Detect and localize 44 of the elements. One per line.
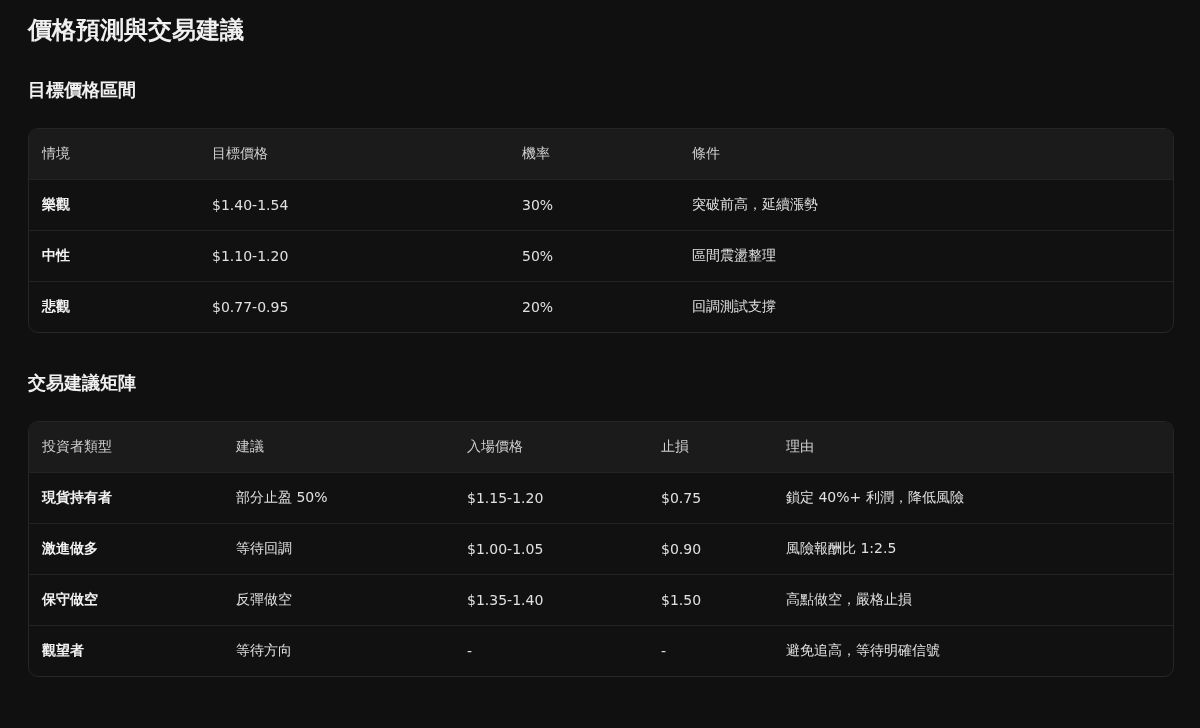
table-cell-text: 高點做空，嚴格止損 bbox=[786, 591, 913, 609]
section-heading: 交易建議矩陣 bbox=[28, 371, 137, 395]
column-header: 止損 bbox=[661, 438, 690, 456]
table-cell-text: 回調測試支撐 bbox=[692, 298, 777, 316]
table-cell-text: $0.90 bbox=[661, 541, 703, 557]
table-cell-text: $1.10-1.20 bbox=[212, 248, 290, 264]
table-cell-text: 突破前高，延續漲勢 bbox=[692, 196, 819, 214]
table-cell-text: 激進做多 bbox=[42, 540, 99, 558]
table-cell-text: 區間震盪整理 bbox=[692, 247, 777, 265]
table-cell-text: 鎖定 40%+ 利潤，降低風險 bbox=[786, 489, 965, 507]
column-header: 目標價格 bbox=[212, 145, 269, 163]
column-header: 建議 bbox=[236, 438, 265, 456]
table-cell-text: 樂觀 bbox=[42, 196, 71, 214]
table-cell-text: 等待方向 bbox=[236, 642, 293, 660]
table-cell-text: $1.35-1.40 bbox=[467, 592, 545, 608]
column-header: 投資者類型 bbox=[42, 438, 113, 456]
table-cell-text: 等待回調 bbox=[236, 540, 293, 558]
table-cell-text: $1.40-1.54 bbox=[212, 197, 290, 213]
section-heading: 目標價格區間 bbox=[28, 78, 137, 102]
table-cell-text: $1.15-1.20 bbox=[467, 490, 545, 506]
table-cell-text: 風險報酬比 1:2.5 bbox=[786, 540, 898, 558]
table-cell-text: 30% bbox=[522, 197, 555, 213]
table-cell-text: $0.75 bbox=[661, 490, 703, 506]
table-cell-text: 20% bbox=[522, 299, 555, 315]
table-cell-text: 部分止盈 50% bbox=[236, 489, 329, 507]
column-header: 情境 bbox=[42, 145, 71, 163]
column-header: 條件 bbox=[692, 145, 721, 163]
table-cell-text: 保守做空 bbox=[42, 591, 99, 609]
table-cell-text: $0.77-0.95 bbox=[212, 299, 290, 315]
table-cell-text: $1.00-1.05 bbox=[467, 541, 545, 557]
table-cell-text: 悲觀 bbox=[42, 298, 71, 316]
table-cell-text: - bbox=[467, 643, 474, 659]
column-header: 機率 bbox=[522, 145, 551, 163]
page-title: 價格預測與交易建議 bbox=[28, 15, 245, 46]
table-cell-text: 避免追高，等待明確信號 bbox=[786, 642, 941, 660]
table-cell-text: 中性 bbox=[42, 247, 71, 265]
column-header: 入場價格 bbox=[467, 438, 524, 456]
table-cell-text: 50% bbox=[522, 248, 555, 264]
table-cell-text: $1.50 bbox=[661, 592, 703, 608]
table-cell-text: 反彈做空 bbox=[236, 591, 293, 609]
column-header: 理由 bbox=[786, 438, 815, 456]
table-cell-text: 觀望者 bbox=[42, 642, 85, 660]
table-cell-text: - bbox=[661, 643, 668, 659]
table-cell-text: 現貨持有者 bbox=[42, 489, 113, 507]
